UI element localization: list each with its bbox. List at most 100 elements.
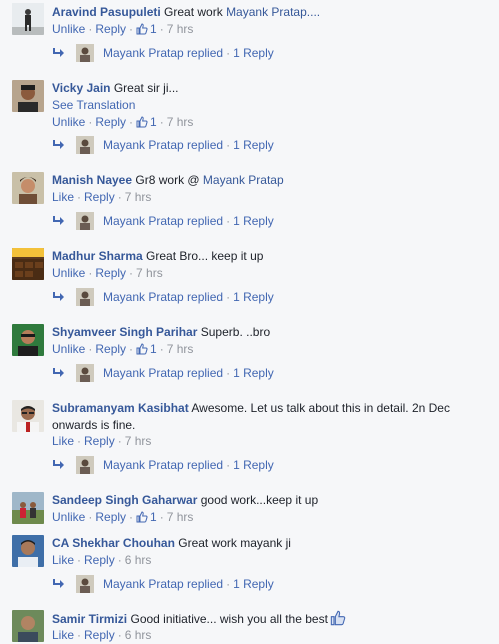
unlike-link[interactable]: Unlike <box>52 22 85 36</box>
replies-count[interactable]: 1 Reply <box>233 577 274 591</box>
comment-time[interactable]: 7 hrs <box>125 190 152 204</box>
replies-count[interactable]: 1 Reply <box>233 458 274 472</box>
avatar[interactable] <box>12 492 44 524</box>
comment-body: Aravind Pasupuleti Great work Mayank Pra… <box>52 4 492 21</box>
avatar[interactable] <box>12 535 44 567</box>
unlike-link[interactable]: Unlike <box>52 510 85 524</box>
comment-text: Great work mayank ji <box>178 536 291 550</box>
reply-link[interactable]: Reply <box>95 510 126 524</box>
see-translation-link[interactable]: See Translation <box>52 98 135 112</box>
reply-link[interactable]: Reply <box>84 628 115 642</box>
reply-link[interactable]: Reply <box>95 266 126 280</box>
reply-link[interactable]: Reply <box>84 190 115 204</box>
reply-avatar <box>76 364 94 382</box>
replies-count[interactable]: 1 Reply <box>233 366 274 380</box>
replies-count[interactable]: 1 Reply <box>233 290 274 304</box>
like-link[interactable]: Like <box>52 628 74 642</box>
like-count[interactable]: 1 <box>136 510 157 524</box>
thumbs-up-icon <box>136 343 148 355</box>
like-count[interactable]: 1 <box>136 115 157 129</box>
comment-mention[interactable]: Mayank Pratap <box>203 173 284 187</box>
reply-avatar <box>76 575 94 593</box>
reply-avatar <box>76 44 94 62</box>
comment-actions: Unlike · Reply · 1 · 7 hrs <box>52 115 194 129</box>
comment-time[interactable]: 7 hrs <box>167 115 194 129</box>
comment-actions: Like · Reply · 7 hrs <box>52 434 152 448</box>
unlike-link[interactable]: Unlike <box>52 266 85 280</box>
comment-body: Vicky Jain Great sir ji... See Translati… <box>52 80 492 114</box>
reply-arrow-icon <box>53 460 64 469</box>
comment-author[interactable]: CA Shekhar Chouhan <box>52 536 175 550</box>
replies-count[interactable]: 1 Reply <box>233 214 274 228</box>
avatar[interactable] <box>12 610 44 642</box>
replies-author[interactable]: Mayank Pratap replied <box>103 46 223 60</box>
replies-author[interactable]: Mayank Pratap replied <box>103 138 223 152</box>
reply-arrow-icon <box>53 48 64 57</box>
comment-mention[interactable]: Mayank Pratap.... <box>226 5 320 19</box>
replies-count[interactable]: 1 Reply <box>233 138 274 152</box>
thumbs-up-icon <box>136 23 148 35</box>
replies-author[interactable]: Mayank Pratap replied <box>103 458 223 472</box>
like-link[interactable]: Like <box>52 434 74 448</box>
comment-author[interactable]: Aravind Pasupuleti <box>52 5 161 19</box>
comment-author[interactable]: Subramanyam Kasibhat <box>52 401 189 415</box>
comment-actions: Unlike · Reply · 1 · 7 hrs <box>52 342 194 356</box>
comment-time[interactable]: 7 hrs <box>167 22 194 36</box>
comment-author[interactable]: Manish Nayee <box>52 173 132 187</box>
avatar[interactable] <box>12 400 44 432</box>
unlike-link[interactable]: Unlike <box>52 115 85 129</box>
comment-text: Superb. ..bro <box>200 325 271 339</box>
comment-author[interactable]: Madhur Sharma <box>52 249 143 263</box>
comment-author[interactable]: Shyamveer Singh Parihar <box>52 325 197 339</box>
replies-author[interactable]: Mayank Pratap replied <box>103 214 223 228</box>
avatar[interactable] <box>12 324 44 356</box>
thumbs-up-icon <box>136 116 148 128</box>
comment-author[interactable]: Vicky Jain <box>52 81 111 95</box>
comment-text: good work...keep it up <box>200 493 319 507</box>
comment-body: CA Shekhar Chouhan Great work mayank ji <box>52 535 492 552</box>
avatar[interactable] <box>12 3 44 35</box>
comment-body: Samir Tirmizi Good initiative... wish yo… <box>52 610 492 628</box>
comment-actions: Like · Reply · 6 hrs <box>52 553 152 567</box>
reply-link[interactable]: Reply <box>84 553 115 567</box>
replies-author[interactable]: Mayank Pratap replied <box>103 577 223 591</box>
like-link[interactable]: Like <box>52 553 74 567</box>
reply-avatar <box>76 212 94 230</box>
thumbs-up-icon <box>330 610 346 626</box>
comment-actions: Like · Reply · 6 hrs <box>52 628 152 642</box>
reply-link[interactable]: Reply <box>84 434 115 448</box>
comment-body: Subramanyam Kasibhat Awesome. Let us tal… <box>52 400 492 434</box>
like-link[interactable]: Like <box>52 190 74 204</box>
reply-arrow-icon <box>53 292 64 301</box>
comment-body: Sandeep Singh Gaharwar good work...keep … <box>52 492 492 509</box>
comment-time[interactable]: 7 hrs <box>167 342 194 356</box>
comment-author[interactable]: Samir Tirmizi <box>52 612 127 626</box>
replies-author[interactable]: Mayank Pratap replied <box>103 366 223 380</box>
comment-text: Great sir ji... <box>113 81 179 95</box>
replies-author[interactable]: Mayank Pratap replied <box>103 290 223 304</box>
reply-avatar <box>76 288 94 306</box>
reply-arrow-icon <box>53 140 64 149</box>
avatar[interactable] <box>12 80 44 112</box>
avatar[interactable] <box>12 172 44 204</box>
reply-link[interactable]: Reply <box>95 342 126 356</box>
reply-link[interactable]: Reply <box>95 22 126 36</box>
comment-time[interactable]: 6 hrs <box>125 553 152 567</box>
reply-avatar <box>76 456 94 474</box>
comment-body: Madhur Sharma Great Bro... keep it up <box>52 248 492 265</box>
unlike-link[interactable]: Unlike <box>52 342 85 356</box>
comment-actions: Unlike · Reply · 1 · 7 hrs <box>52 22 194 36</box>
comment-author[interactable]: Sandeep Singh Gaharwar <box>52 493 197 507</box>
comment-time[interactable]: 7 hrs <box>167 510 194 524</box>
comment-actions: Like · Reply · 7 hrs <box>52 190 152 204</box>
reply-link[interactable]: Reply <box>95 115 126 129</box>
like-count[interactable]: 1 <box>136 22 157 36</box>
like-count[interactable]: 1 <box>136 342 157 356</box>
comment-time[interactable]: 6 hrs <box>125 628 152 642</box>
comment-text: Good initiative... wish you all the best <box>130 612 328 626</box>
comment-time[interactable]: 7 hrs <box>136 266 163 280</box>
comment-time[interactable]: 7 hrs <box>125 434 152 448</box>
comment-text: Great Bro... keep it up <box>146 249 264 263</box>
replies-count[interactable]: 1 Reply <box>233 46 274 60</box>
avatar[interactable] <box>12 248 44 280</box>
